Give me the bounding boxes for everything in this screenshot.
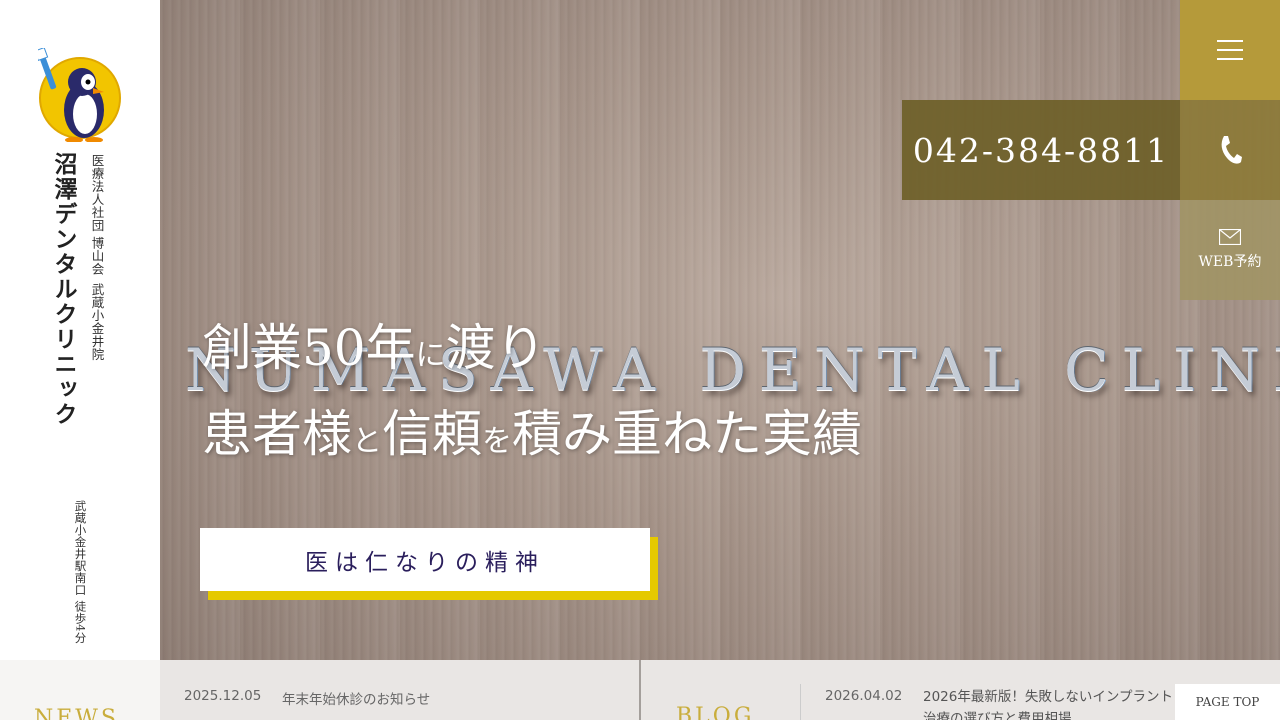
blog-divider xyxy=(800,684,801,720)
corporation-name-part2: 武蔵小金井院 xyxy=(89,283,105,362)
page-top-button[interactable]: PAGE TOP xyxy=(1175,684,1280,720)
headline-line1-a: 創業50年 xyxy=(202,319,416,377)
headline-line2-b: と xyxy=(352,424,382,459)
blog-label[interactable]: BLOG xyxy=(676,704,754,720)
news-label[interactable]: NEWS xyxy=(34,706,119,720)
phone-icon xyxy=(1221,136,1242,164)
web-reservation-label: WEB予約 xyxy=(1198,254,1262,270)
sidebar: 沼澤デンタルクリニック 医療法人社団 博山会武蔵小金井院 武蔵小金井駅南口 徒歩… xyxy=(0,0,160,660)
hero-headline-line1: 創業50年に渡り xyxy=(202,318,546,378)
penguin-logo-icon[interactable] xyxy=(38,48,122,142)
mail-icon xyxy=(1219,229,1241,245)
corporation-name-part1: 医療法人社団 博山会 xyxy=(89,154,105,276)
corporation-name: 医療法人社団 博山会武蔵小金井院 xyxy=(89,154,105,362)
access-info: 武蔵小金井駅南口 徒歩4分 xyxy=(73,500,88,644)
web-reservation-button[interactable]: WEB予約 xyxy=(1180,200,1280,300)
blog-title-link[interactable]: 2026年最新版！失敗しないインプラント治療の選び方と費用相場 xyxy=(923,686,1183,720)
menu-button[interactable] xyxy=(1180,0,1280,100)
phone-button[interactable] xyxy=(1180,100,1280,200)
headline-line2-c: 信頼 xyxy=(382,405,482,463)
spirit-button[interactable]: 医は仁なりの精神 xyxy=(200,528,650,591)
news-date: 2025.12.05 xyxy=(184,688,262,704)
headline-line2-d: を xyxy=(482,424,512,459)
hero-section: NUMASAWA DENTAL CLINIC 創業50年に渡り 患者様と信頼を積… xyxy=(160,0,1280,660)
spirit-button-wrap: 医は仁なりの精神 xyxy=(200,528,658,600)
hamburger-menu-icon xyxy=(1217,40,1243,60)
blog-date: 2026.04.02 xyxy=(825,688,903,704)
headline-line1-b: に xyxy=(415,338,446,373)
hero-headline-line2: 患者様と信頼を積み重ねた実績 xyxy=(202,404,862,464)
headline-line2-e: 積み重ねた実績 xyxy=(512,405,862,463)
headline-line2-a: 患者様 xyxy=(202,405,352,463)
headline-line1-c: 渡り xyxy=(445,319,546,377)
clinic-name[interactable]: 沼澤デンタルクリニック xyxy=(50,152,77,427)
news-title-link[interactable]: 年末年始休診のお知らせ xyxy=(282,688,430,708)
phone-number[interactable]: 042-384-8811 xyxy=(902,100,1180,200)
